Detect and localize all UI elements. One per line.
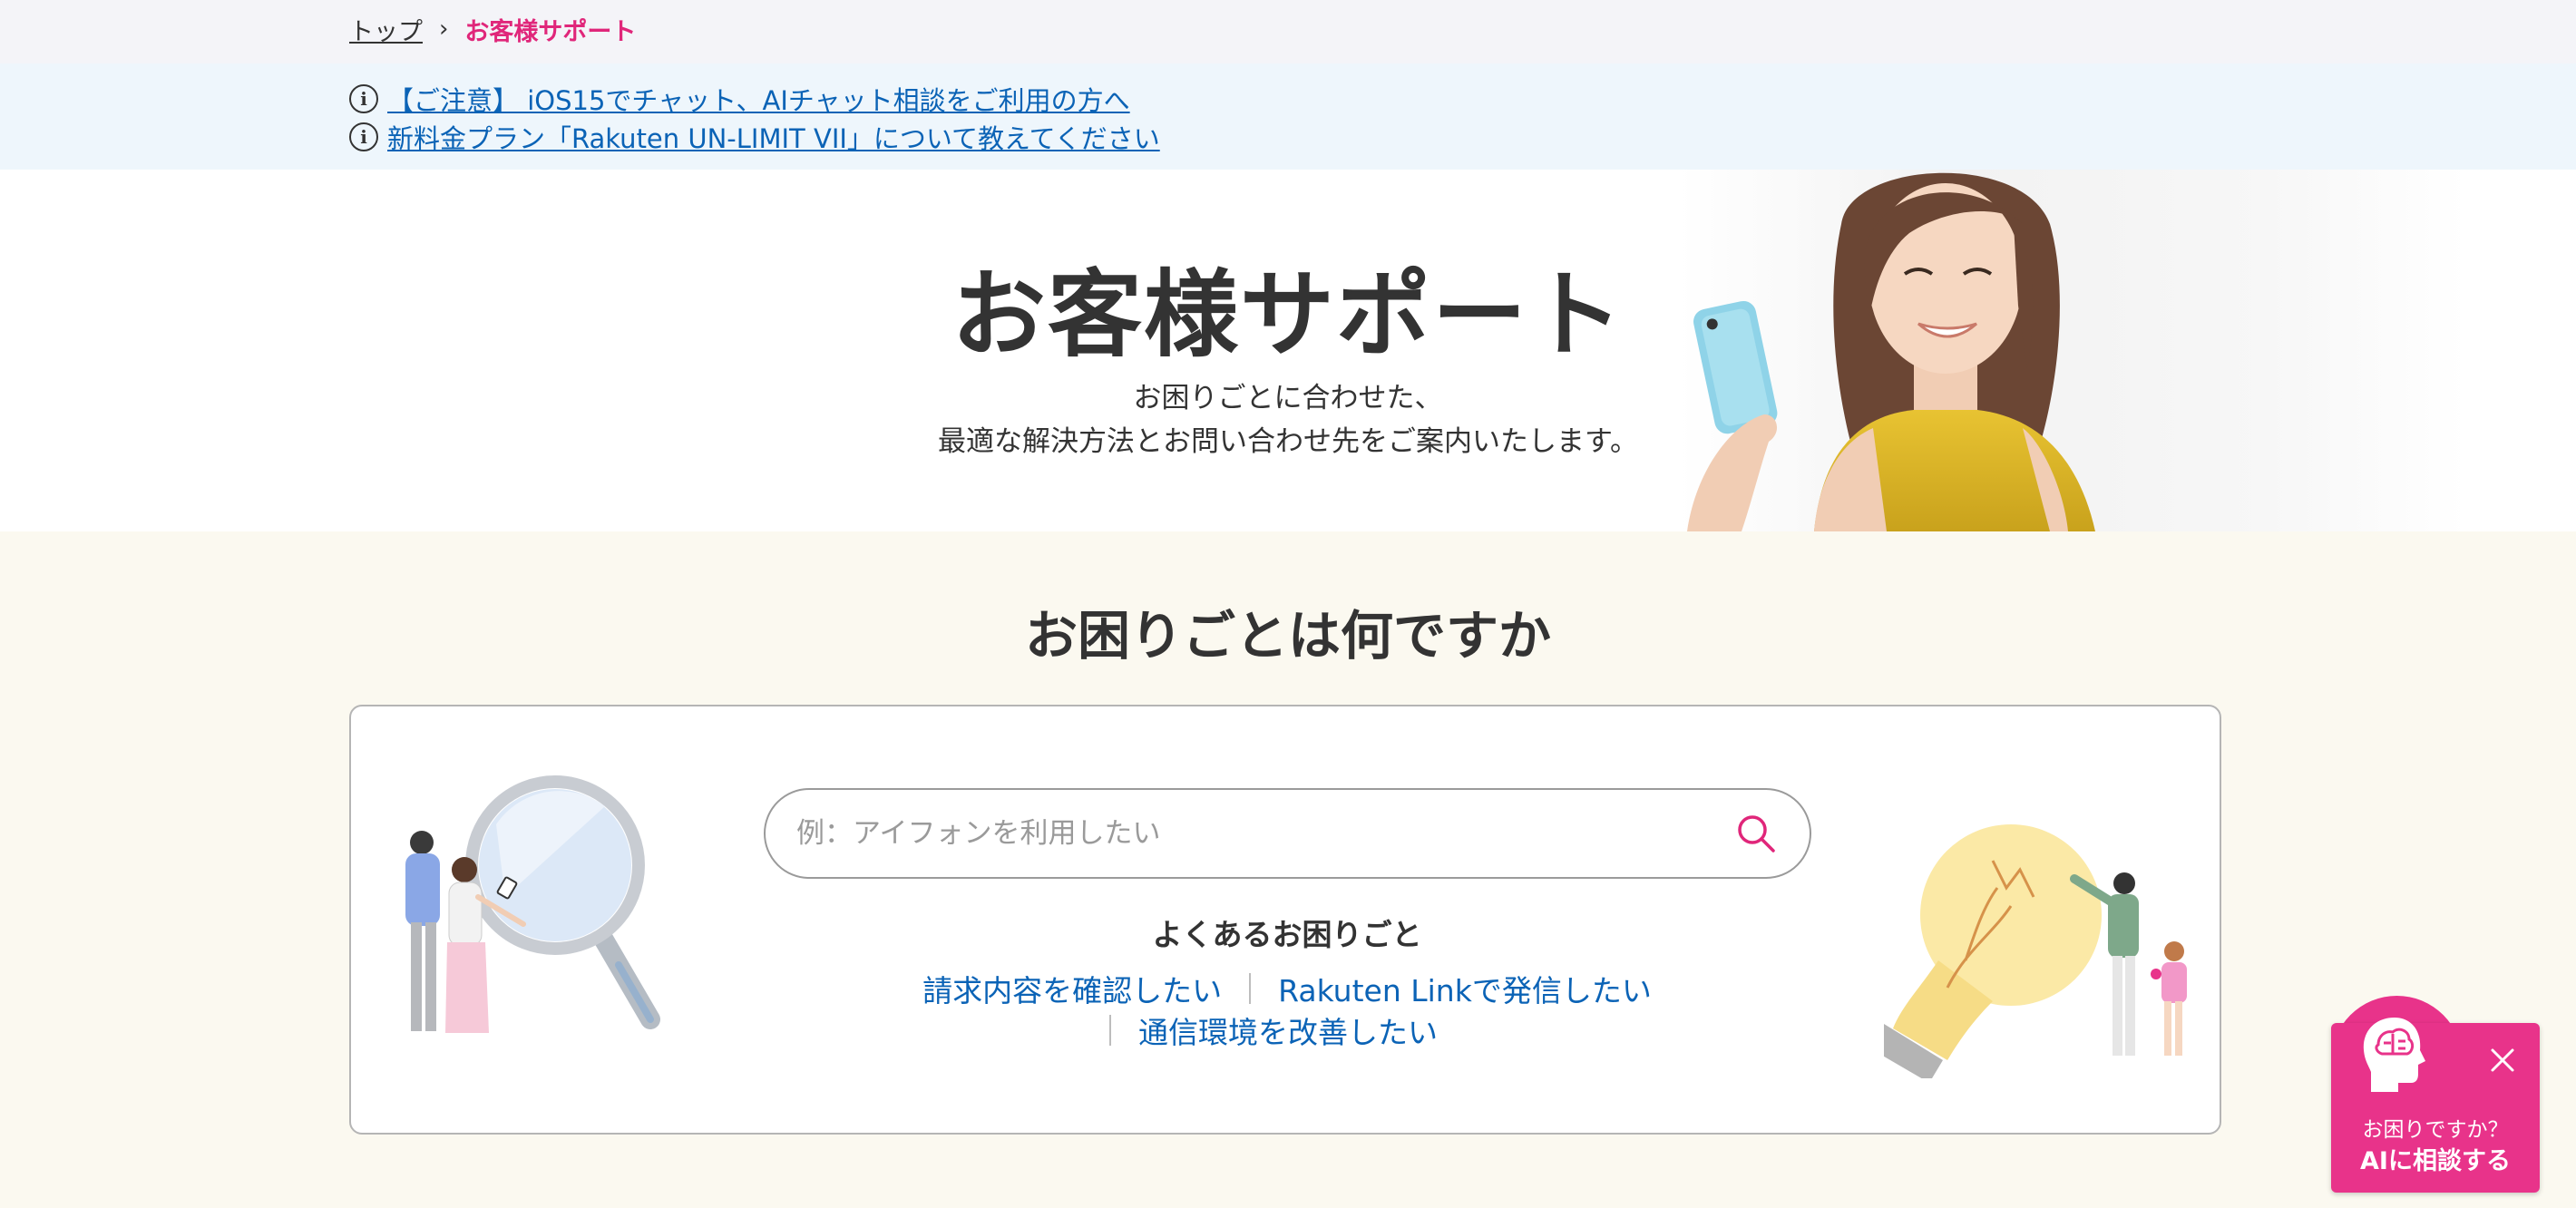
breadcrumb-current: お客様サポート xyxy=(464,17,637,46)
breadcrumb-bar: トップ › お客様サポート xyxy=(0,0,2576,63)
info-icon: i xyxy=(349,84,378,113)
close-icon xyxy=(2491,1048,2514,1072)
hero-description-line1: お困りごとに合わせた、 xyxy=(1133,382,1443,414)
search-section: お困りごとは何ですか 例：アイフォンを利用したい よくあるお困りごと 請求内容を… xyxy=(0,531,2576,1208)
ai-widget-cta[interactable]: AIに相談する xyxy=(2331,1141,2540,1176)
hero-section: お客様サポート お困りごとに合わせた、 最適な解決方法とお問い合わせ先をご案内い… xyxy=(0,170,2576,531)
info-icon: i xyxy=(349,122,378,151)
ai-widget-prompt: お困りですか？ xyxy=(2362,1118,2509,1142)
search-input[interactable] xyxy=(766,790,1715,877)
ai-brain-icon xyxy=(2363,1018,2425,1092)
search-icon xyxy=(1738,815,1775,852)
hero-description-line2: 最適な解決方法とお問い合わせ先をご案内いたします。 xyxy=(938,425,1638,458)
faq-link-rakuten-link-call[interactable]: Rakuten Linkで発信したい xyxy=(1251,967,1679,1010)
hero-woman-with-phone-image xyxy=(1678,170,2467,531)
ai-widget-close-button[interactable] xyxy=(2485,1043,2520,1077)
search-card: よくあるお困りごと 請求内容を確認したい Rakuten Linkで発信したい … xyxy=(349,705,2221,1135)
ai-chat-widget[interactable]: お困りですか？ AIに相談する xyxy=(2331,996,2540,1193)
search-box xyxy=(764,788,1811,879)
breadcrumb-home-link[interactable]: トップ xyxy=(349,12,423,47)
breadcrumb-separator-icon: › xyxy=(439,15,449,43)
notice-bar: i 【ご注意】 iOS15でチャット、AIチャット相談をご利用の方へ i 新料金… xyxy=(0,63,2576,170)
notice-item: i 新料金プラン「Rakuten UN-LIMIT VII」について教えてくださ… xyxy=(349,118,1160,156)
section-title: お困りごとは何ですか xyxy=(1024,605,1551,667)
breadcrumb: トップ › お客様サポート xyxy=(349,9,636,49)
notice-link-new-plan[interactable]: 新料金プラン「Rakuten UN-LIMIT VII」について教えてください xyxy=(387,118,1160,156)
faq-link-billing[interactable]: 請求内容を確認したい xyxy=(895,967,1249,1010)
notice-item: i 【ご注意】 iOS15でチャット、AIチャット相談をご利用の方へ xyxy=(349,80,1130,118)
lightbulb-people-illustration xyxy=(1884,824,2187,1078)
notice-link-ios15[interactable]: 【ご注意】 iOS15でチャット、AIチャット相談をご利用の方へ xyxy=(387,80,1130,118)
hero-description: お困りごとに合わせた、 最適な解決方法とお問い合わせ先をご案内いたします。 xyxy=(816,376,1760,463)
search-button[interactable] xyxy=(1715,793,1797,874)
faq-link-network[interactable]: 通信環境を改善したい xyxy=(1111,1008,1465,1052)
page-title: お客様サポート xyxy=(951,259,1625,370)
